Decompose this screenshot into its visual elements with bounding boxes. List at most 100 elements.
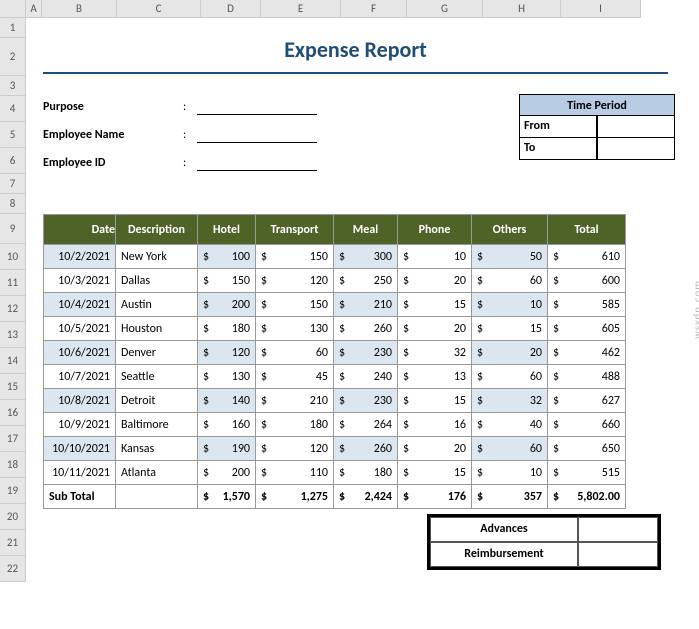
cell-phone[interactable]: $16	[398, 413, 472, 437]
advances-value[interactable]	[578, 517, 658, 542]
cell-transport[interactable]: $150	[256, 245, 334, 269]
col-H[interactable]: H	[483, 0, 561, 18]
cell-transport[interactable]: $130	[256, 317, 334, 341]
cell-total[interactable]: $488	[548, 365, 626, 389]
cell-total[interactable]: $650	[548, 437, 626, 461]
cell-description[interactable]: New York	[116, 245, 198, 269]
cell-meal[interactable]: $250	[334, 269, 398, 293]
table-row[interactable]: 10/11/2021 Atlanta $200 $110 $180 $15 $1…	[44, 461, 626, 485]
cell-others[interactable]: $60	[472, 437, 548, 461]
reimbursement-value[interactable]	[578, 542, 658, 567]
col-B[interactable]: B	[42, 0, 117, 18]
cell-date[interactable]: 10/10/2021	[44, 437, 116, 461]
cell-transport[interactable]: $180	[256, 413, 334, 437]
cell-meal[interactable]: $264	[334, 413, 398, 437]
row-18[interactable]: 18	[0, 452, 26, 478]
cell-total[interactable]: $627	[548, 389, 626, 413]
cell-phone[interactable]: $15	[398, 461, 472, 485]
cell-date[interactable]: 10/9/2021	[44, 413, 116, 437]
cell-meal[interactable]: $230	[334, 389, 398, 413]
cell-meal[interactable]: $240	[334, 365, 398, 389]
row-12[interactable]: 12	[0, 296, 26, 322]
row-11[interactable]: 11	[0, 270, 26, 296]
cell-transport[interactable]: $150	[256, 293, 334, 317]
cell-total[interactable]: $462	[548, 341, 626, 365]
cell-phone[interactable]: $20	[398, 317, 472, 341]
row-17[interactable]: 17	[0, 426, 26, 452]
cell-total[interactable]: $600	[548, 269, 626, 293]
cell-description[interactable]: Dallas	[116, 269, 198, 293]
table-row[interactable]: 10/4/2021 Austin $200 $150 $210 $15 $10 …	[44, 293, 626, 317]
cell-hotel[interactable]: $160	[198, 413, 256, 437]
cell-description[interactable]: Houston	[116, 317, 198, 341]
cell-transport[interactable]: $60	[256, 341, 334, 365]
col-I[interactable]: I	[561, 0, 641, 18]
row-6[interactable]: 6	[0, 148, 26, 174]
cell-others[interactable]: $10	[472, 293, 548, 317]
cell-meal[interactable]: $260	[334, 317, 398, 341]
row-5[interactable]: 5	[0, 122, 26, 148]
cell-description[interactable]: Denver	[116, 341, 198, 365]
cell-meal[interactable]: $230	[334, 341, 398, 365]
col-A[interactable]: A	[26, 0, 42, 18]
row-19[interactable]: 19	[0, 478, 26, 504]
cell-transport[interactable]: $120	[256, 437, 334, 461]
table-row[interactable]: 10/6/2021 Denver $120 $60 $230 $32 $20 $…	[44, 341, 626, 365]
cell-phone[interactable]: $13	[398, 365, 472, 389]
row-7[interactable]: 7	[0, 174, 26, 194]
cell-total[interactable]: $660	[548, 413, 626, 437]
table-row[interactable]: 10/9/2021 Baltimore $160 $180 $264 $16 $…	[44, 413, 626, 437]
cell-transport[interactable]: $45	[256, 365, 334, 389]
employee-name-input[interactable]	[197, 127, 317, 143]
row-9[interactable]: 9	[0, 214, 26, 244]
row-4[interactable]: 4	[0, 96, 26, 122]
row-14[interactable]: 14	[0, 348, 26, 374]
col-C[interactable]: C	[117, 0, 201, 18]
cell-description[interactable]: Detroit	[116, 389, 198, 413]
cell-others[interactable]: $60	[472, 365, 548, 389]
cell-date[interactable]: 10/7/2021	[44, 365, 116, 389]
table-row[interactable]: 10/7/2021 Seattle $130 $45 $240 $13 $60 …	[44, 365, 626, 389]
cell-phone[interactable]: $10	[398, 245, 472, 269]
cell-hotel[interactable]: $100	[198, 245, 256, 269]
cell-phone[interactable]: $20	[398, 437, 472, 461]
row-8[interactable]: 8	[0, 194, 26, 214]
row-22[interactable]: 22	[0, 556, 26, 582]
cell-meal[interactable]: $300	[334, 245, 398, 269]
cell-hotel[interactable]: $150	[198, 269, 256, 293]
cell-phone[interactable]: $15	[398, 389, 472, 413]
cell-others[interactable]: $10	[472, 461, 548, 485]
cell-phone[interactable]: $20	[398, 269, 472, 293]
cell-description[interactable]: Kansas	[116, 437, 198, 461]
table-row[interactable]: 10/10/2021 Kansas $190 $120 $260 $20 $60…	[44, 437, 626, 461]
cell-date[interactable]: 10/5/2021	[44, 317, 116, 341]
purpose-input[interactable]	[197, 99, 317, 115]
cell-hotel[interactable]: $120	[198, 341, 256, 365]
cell-date[interactable]: 10/4/2021	[44, 293, 116, 317]
row-10[interactable]: 10	[0, 244, 26, 270]
table-row[interactable]: 10/5/2021 Houston $180 $130 $260 $20 $15…	[44, 317, 626, 341]
cell-others[interactable]: $40	[472, 413, 548, 437]
cell-meal[interactable]: $260	[334, 437, 398, 461]
row-13[interactable]: 13	[0, 322, 26, 348]
cell-description[interactable]: Baltimore	[116, 413, 198, 437]
cell-meal[interactable]: $210	[334, 293, 398, 317]
from-input[interactable]	[597, 116, 675, 138]
row-15[interactable]: 15	[0, 374, 26, 400]
cell-description[interactable]: Atlanta	[116, 461, 198, 485]
row-20[interactable]: 20	[0, 504, 26, 530]
cell-date[interactable]: 10/2/2021	[44, 245, 116, 269]
col-G[interactable]: G	[407, 0, 483, 18]
cell-phone[interactable]: $15	[398, 293, 472, 317]
cell-total[interactable]: $585	[548, 293, 626, 317]
cell-description[interactable]: Seattle	[116, 365, 198, 389]
row-2[interactable]: 2	[0, 38, 26, 76]
col-D[interactable]: D	[201, 0, 261, 18]
table-row[interactable]: 10/2/2021 New York $100 $150 $300 $10 $5…	[44, 245, 626, 269]
col-E[interactable]: E	[261, 0, 341, 18]
col-F[interactable]: F	[341, 0, 407, 18]
row-3[interactable]: 3	[0, 76, 26, 96]
cell-date[interactable]: 10/3/2021	[44, 269, 116, 293]
cell-transport[interactable]: $120	[256, 269, 334, 293]
table-row[interactable]: 10/8/2021 Detroit $140 $210 $230 $15 $32…	[44, 389, 626, 413]
